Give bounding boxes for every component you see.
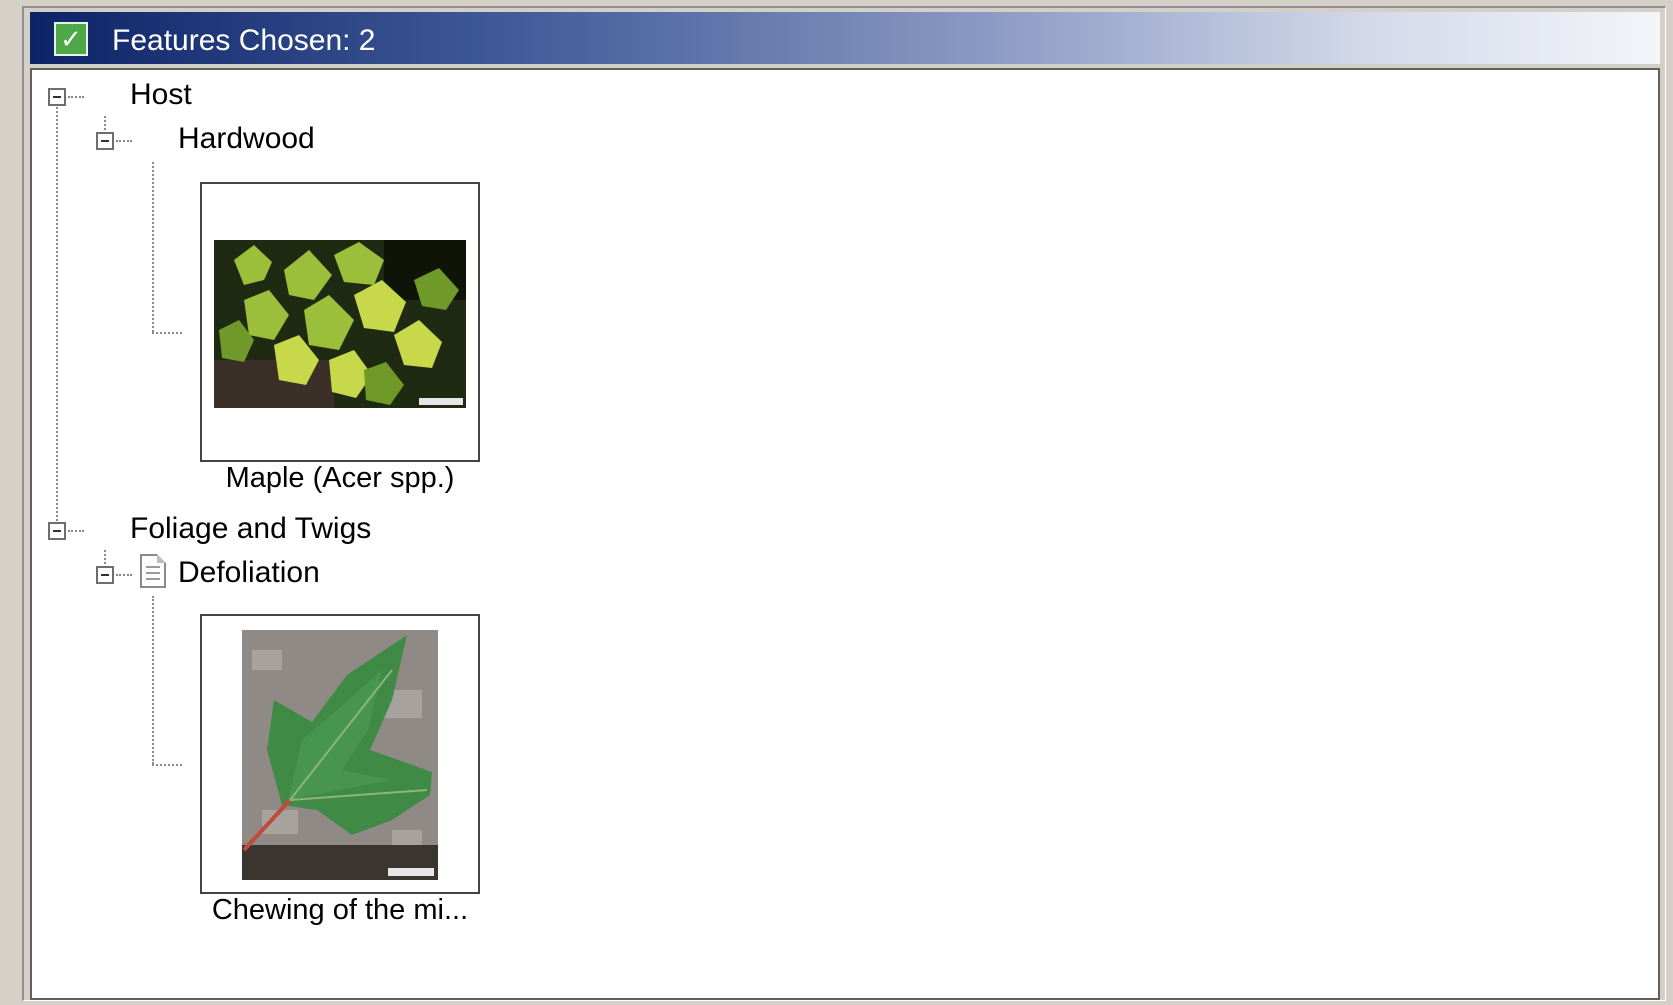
tree-node-host[interactable]: Host xyxy=(130,78,192,112)
maple-foliage-photo xyxy=(214,240,466,408)
header-title: Features Chosen: 2 xyxy=(112,24,376,57)
thumbnail-caption-defoliation: Chewing of the mi... xyxy=(211,894,469,926)
tree-connector xyxy=(116,140,132,142)
thumbnail-defoliation[interactable] xyxy=(200,614,480,894)
collapse-toggle-hardwood[interactable] xyxy=(96,132,114,150)
tree-node-defoliation[interactable]: Defoliation xyxy=(178,556,320,590)
maple-leaf-photo xyxy=(242,630,438,880)
feature-tree: Host Hardwood Maple (Acer spp.) Foliage … xyxy=(30,68,1660,1000)
tree-connector xyxy=(152,764,182,766)
tree-connector xyxy=(68,530,84,532)
checkbox-checked-icon[interactable]: ✓ xyxy=(54,22,88,56)
document-icon xyxy=(140,554,166,588)
thumbnail-caption-maple: Maple (Acer spp.) xyxy=(225,462,455,494)
tree-node-hardwood[interactable]: Hardwood xyxy=(178,122,315,156)
features-panel: ✓ Features Chosen: 2 Host Hardwood Maple… xyxy=(22,6,1666,1001)
tree-connector xyxy=(152,162,154,332)
features-header: ✓ Features Chosen: 2 xyxy=(30,12,1660,64)
tree-node-foliage-and-twigs[interactable]: Foliage and Twigs xyxy=(130,512,371,546)
tree-connector xyxy=(152,332,182,334)
collapse-toggle-defoliation[interactable] xyxy=(96,566,114,584)
collapse-toggle-foliage[interactable] xyxy=(48,522,66,540)
tree-connector xyxy=(152,596,154,764)
tree-connector xyxy=(116,574,132,576)
thumbnail-maple[interactable] xyxy=(200,182,480,462)
collapse-toggle-host[interactable] xyxy=(48,88,66,106)
tree-connector xyxy=(68,96,84,98)
tree-connector xyxy=(56,104,58,524)
